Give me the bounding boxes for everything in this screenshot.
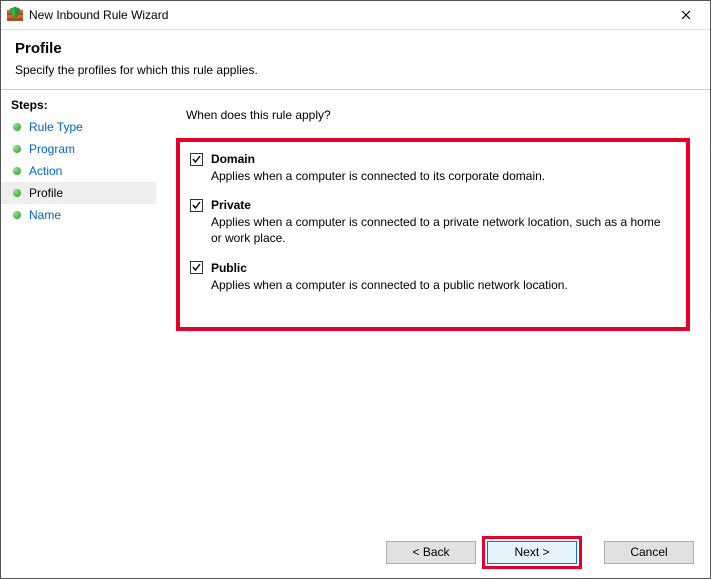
- bullet-icon: [13, 145, 21, 153]
- bullet-icon: [13, 167, 21, 175]
- window-title: New Inbound Rule Wizard: [29, 8, 666, 22]
- wizard-body: Steps: Rule Type Program Action Profile …: [1, 90, 710, 526]
- checkmark-icon: [191, 200, 202, 211]
- steps-heading: Steps:: [11, 98, 156, 112]
- step-rule-type[interactable]: Rule Type: [1, 116, 156, 138]
- page-title: Profile: [15, 40, 696, 57]
- bullet-icon: [13, 189, 21, 197]
- close-icon: [681, 10, 691, 20]
- option-description: Applies when a computer is connected to …: [211, 277, 672, 293]
- steps-panel: Steps: Rule Type Program Action Profile …: [1, 90, 156, 526]
- option-label: Private: [211, 198, 251, 212]
- option-description: Applies when a computer is connected to …: [211, 214, 672, 246]
- firewall-icon: [7, 7, 23, 23]
- bullet-icon: [13, 211, 21, 219]
- option-public: Public Applies when a computer is connec…: [190, 261, 672, 293]
- highlight-profiles: Domain Applies when a computer is connec…: [176, 138, 690, 331]
- option-label: Public: [211, 261, 247, 275]
- titlebar: New Inbound Rule Wizard: [1, 1, 710, 30]
- wizard-header: Profile Specify the profiles for which t…: [1, 30, 710, 89]
- option-private: Private Applies when a computer is conne…: [190, 198, 672, 246]
- step-link[interactable]: Program: [29, 142, 75, 156]
- checkbox-private[interactable]: [190, 199, 203, 212]
- option-domain: Domain Applies when a computer is connec…: [190, 152, 672, 184]
- option-label: Domain: [211, 152, 255, 166]
- checkbox-public[interactable]: [190, 261, 203, 274]
- checkmark-icon: [191, 154, 202, 165]
- next-button[interactable]: Next >: [487, 541, 577, 564]
- page-subtitle: Specify the profiles for which this rule…: [15, 63, 696, 77]
- step-link[interactable]: Profile: [29, 186, 63, 200]
- step-link[interactable]: Rule Type: [29, 120, 83, 134]
- close-button[interactable]: [666, 2, 706, 28]
- option-description: Applies when a computer is connected to …: [211, 168, 672, 184]
- wizard-footer: < Back Next > Cancel: [1, 526, 710, 578]
- step-link[interactable]: Action: [29, 164, 62, 178]
- cancel-button[interactable]: Cancel: [604, 541, 694, 564]
- step-action[interactable]: Action: [1, 160, 156, 182]
- back-button[interactable]: < Back: [386, 541, 476, 564]
- content-question: When does this rule apply?: [186, 108, 690, 122]
- content-panel: When does this rule apply? Domain Applie…: [156, 90, 710, 526]
- highlight-next: Next >: [482, 536, 582, 569]
- step-link[interactable]: Name: [29, 208, 61, 222]
- checkbox-domain[interactable]: [190, 153, 203, 166]
- step-profile[interactable]: Profile: [1, 182, 156, 204]
- wizard-window: New Inbound Rule Wizard Profile Specify …: [0, 0, 711, 579]
- step-program[interactable]: Program: [1, 138, 156, 160]
- checkmark-icon: [191, 262, 202, 273]
- step-name[interactable]: Name: [1, 204, 156, 226]
- bullet-icon: [13, 123, 21, 131]
